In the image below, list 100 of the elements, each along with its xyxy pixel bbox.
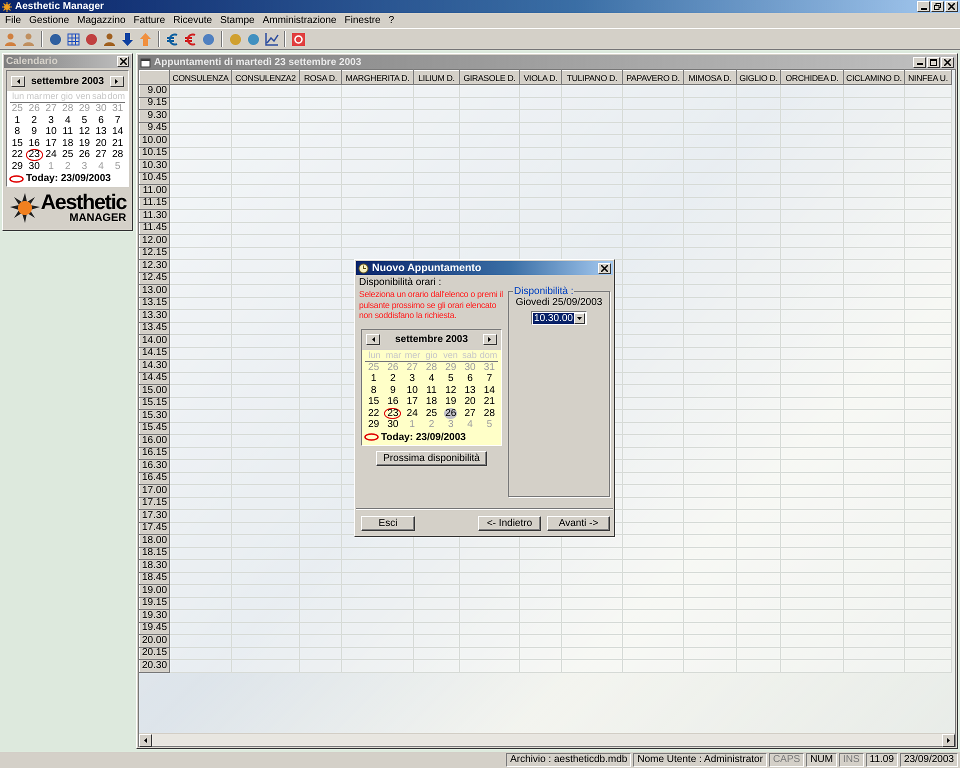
menu-item[interactable]: Amministrazione bbox=[260, 15, 342, 26]
calendar-day[interactable]: 15 bbox=[10, 138, 24, 149]
calendar-day[interactable]: 24 bbox=[44, 149, 58, 160]
calendar-day[interactable]: 2 bbox=[389, 373, 397, 384]
calendar-day[interactable]: 19 bbox=[78, 138, 91, 149]
calendar-day[interactable]: 6 bbox=[466, 373, 474, 384]
calendar-day[interactable]: 12 bbox=[78, 126, 91, 138]
calendar-day[interactable]: 29 bbox=[10, 160, 24, 172]
maximize-button[interactable] bbox=[927, 56, 940, 68]
column-header[interactable]: ROSA D. bbox=[300, 70, 342, 84]
calendar-day[interactable]: 16 bbox=[28, 138, 41, 149]
calendar-day[interactable]: 4 bbox=[428, 373, 436, 384]
menu-item[interactable]: Stampe bbox=[217, 15, 260, 26]
calendar-day[interactable]: 1 bbox=[370, 373, 378, 384]
menu-item[interactable]: Gestione bbox=[26, 15, 74, 26]
calendar-day[interactable]: 23 bbox=[26, 149, 43, 160]
menu-item[interactable]: Finestre bbox=[342, 15, 386, 26]
calendar-day[interactable]: 21 bbox=[482, 396, 496, 408]
calendar-day[interactable]: 17 bbox=[406, 396, 419, 408]
calendar-day[interactable]: 30 bbox=[386, 419, 400, 430]
calendar-day[interactable]: 2 bbox=[30, 114, 38, 126]
column-header[interactable]: TULIPANO D. bbox=[562, 70, 622, 84]
minimize-button[interactable] bbox=[917, 1, 930, 12]
calendar-day[interactable]: 26 bbox=[444, 408, 458, 419]
calendar-day[interactable]: 24 bbox=[406, 408, 419, 419]
calendar-day[interactable]: 18 bbox=[424, 396, 438, 408]
calendar-day[interactable]: 9 bbox=[389, 384, 397, 396]
horizontal-scrollbar[interactable] bbox=[139, 733, 955, 746]
next-month-button[interactable] bbox=[482, 334, 497, 345]
calendar-day[interactable]: 9 bbox=[30, 126, 38, 138]
calendar-day[interactable]: 10 bbox=[44, 126, 58, 138]
calendar-day[interactable]: 6 bbox=[97, 114, 105, 126]
menu-item[interactable]: File bbox=[2, 15, 26, 26]
calendar-day[interactable]: 3 bbox=[408, 373, 416, 384]
calendar-day[interactable]: 10 bbox=[406, 384, 419, 396]
calendar-day[interactable]: 19 bbox=[444, 396, 458, 408]
calendar-day[interactable]: 26 bbox=[78, 149, 91, 160]
column-header[interactable]: GIRASOLE D. bbox=[460, 70, 520, 84]
calendar-day[interactable]: 7 bbox=[486, 373, 494, 384]
calendar-day[interactable]: 30 bbox=[28, 160, 41, 172]
restore-button[interactable] bbox=[931, 1, 944, 12]
calendar-day[interactable]: 15 bbox=[367, 396, 380, 408]
calendar-day[interactable]: 11 bbox=[62, 126, 74, 138]
calendar-day[interactable]: 8 bbox=[370, 384, 378, 396]
exit-button[interactable]: Esci bbox=[361, 516, 415, 531]
menu-item[interactable]: Fatture bbox=[130, 15, 170, 26]
next-month-button[interactable] bbox=[110, 76, 124, 86]
calendar-day[interactable]: 14 bbox=[111, 126, 124, 138]
column-header[interactable]: MARGHERITA D. bbox=[342, 70, 414, 84]
calendar-day[interactable]: 27 bbox=[94, 149, 108, 160]
calendar-day[interactable]: 5 bbox=[80, 114, 88, 126]
column-header[interactable]: CONSULENZA bbox=[170, 70, 232, 84]
calendar-day[interactable]: 3 bbox=[47, 114, 55, 126]
calendar-day[interactable]: 25 bbox=[61, 149, 74, 160]
calendar-day[interactable]: 25 bbox=[424, 408, 438, 419]
menu-item[interactable]: ? bbox=[386, 15, 400, 26]
close-button[interactable] bbox=[598, 262, 611, 274]
back-button[interactable]: <- Indietro bbox=[478, 516, 541, 531]
calendar-day[interactable]: 29 bbox=[367, 419, 380, 430]
calendar-day[interactable]: 18 bbox=[61, 138, 74, 149]
calendar-day[interactable]: 20 bbox=[94, 138, 108, 149]
column-header[interactable]: NINFEA U. bbox=[904, 70, 952, 84]
column-header[interactable]: GIGLIO D. bbox=[736, 70, 780, 84]
column-header[interactable]: MIMOSA D. bbox=[684, 70, 736, 84]
calendar-day[interactable]: 28 bbox=[111, 149, 124, 160]
calendar-day[interactable]: 5 bbox=[447, 373, 455, 384]
calendar-day[interactable]: 14 bbox=[482, 384, 496, 396]
calendar-day[interactable]: 13 bbox=[464, 384, 477, 396]
next-availability-button[interactable]: Prossima disponibilità bbox=[376, 450, 487, 466]
calendar-day[interactable]: 28 bbox=[482, 408, 496, 419]
calendar-day[interactable]: 11 bbox=[425, 384, 438, 396]
close-button[interactable] bbox=[941, 56, 954, 68]
calendar-day[interactable]: 20 bbox=[464, 396, 477, 408]
calendar-day[interactable]: 17 bbox=[44, 138, 58, 149]
calendar-day[interactable]: 13 bbox=[94, 126, 108, 138]
close-button[interactable] bbox=[945, 1, 958, 12]
calendar-day[interactable]: 27 bbox=[464, 408, 477, 419]
previous-month-button[interactable] bbox=[11, 76, 25, 86]
calendar-day[interactable]: 8 bbox=[14, 126, 22, 138]
column-header[interactable]: ORCHIDEA D. bbox=[780, 70, 844, 84]
menu-item[interactable]: Magazzino bbox=[74, 15, 131, 26]
column-header[interactable]: LILIUM D. bbox=[414, 70, 460, 84]
column-header[interactable]: PAPAVERO D. bbox=[622, 70, 684, 84]
menu-item[interactable]: Ricevute bbox=[170, 15, 218, 26]
calendar-day[interactable]: 12 bbox=[444, 384, 458, 396]
calendar-day[interactable]: 22 bbox=[367, 408, 380, 419]
close-button[interactable] bbox=[117, 56, 129, 67]
previous-month-button[interactable] bbox=[366, 334, 380, 345]
column-header[interactable]: VIOLA D. bbox=[520, 70, 562, 84]
next-button[interactable]: Avanti -> bbox=[547, 516, 610, 531]
calendar-day[interactable]: 21 bbox=[111, 138, 124, 149]
calendar-day[interactable]: 16 bbox=[386, 396, 400, 408]
calendar-day[interactable]: 1 bbox=[14, 114, 22, 126]
column-header[interactable]: CICLAMINO D. bbox=[844, 70, 904, 84]
calendar-day[interactable]: 4 bbox=[64, 114, 72, 126]
minimize-button[interactable] bbox=[913, 56, 926, 68]
calendar-day[interactable]: 23 bbox=[384, 408, 402, 419]
column-header[interactable]: CONSULENZA2 bbox=[232, 70, 300, 84]
calendar-day[interactable]: 22 bbox=[10, 149, 24, 160]
calendar-day[interactable]: 7 bbox=[114, 114, 122, 126]
